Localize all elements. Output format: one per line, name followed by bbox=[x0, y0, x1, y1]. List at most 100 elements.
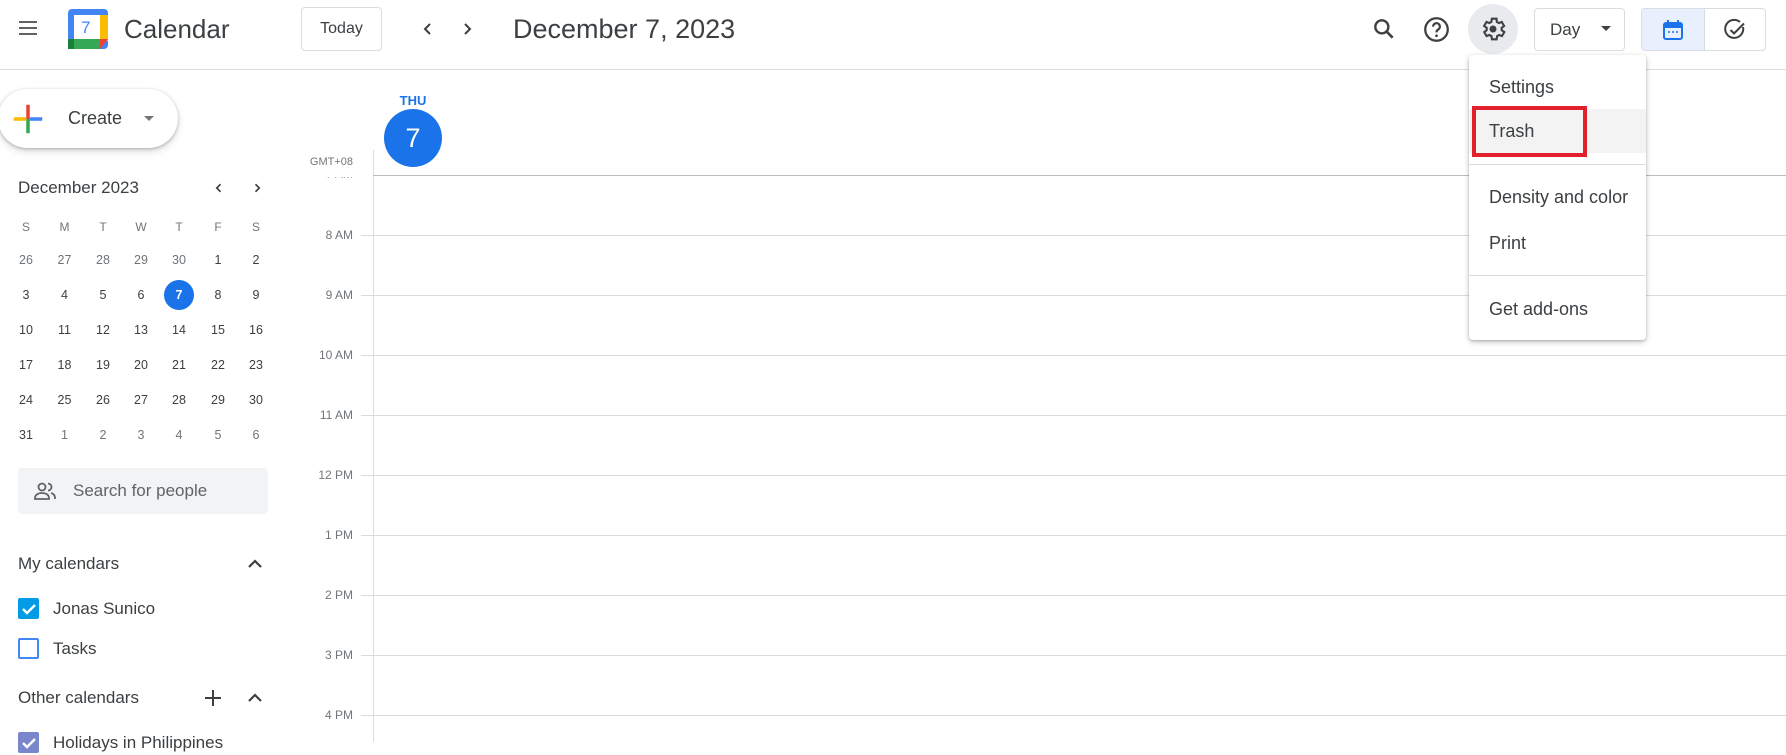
search-people-input[interactable]: Search for people bbox=[18, 468, 268, 514]
chevron-left-icon bbox=[215, 183, 222, 193]
view-toggle bbox=[1641, 8, 1766, 51]
hour-label: 7 AM bbox=[325, 167, 353, 181]
mini-calendar-day[interactable]: 16 bbox=[241, 315, 271, 345]
mini-calendar-day[interactable]: 3 bbox=[11, 280, 41, 310]
mini-calendar-day[interactable]: 29 bbox=[126, 245, 156, 275]
mini-calendar-day[interactable]: 2 bbox=[88, 420, 118, 450]
menu-item-density-and-color[interactable]: Density and color bbox=[1469, 175, 1646, 219]
mini-calendar-day[interactable]: 23 bbox=[241, 350, 271, 380]
mini-calendar-day[interactable]: 12 bbox=[88, 315, 118, 345]
menu-item-settings[interactable]: Settings bbox=[1469, 65, 1646, 109]
previous-day-button[interactable] bbox=[412, 12, 444, 46]
my-calendars-collapse[interactable] bbox=[240, 550, 270, 578]
mini-calendar-day[interactable]: 7 bbox=[164, 280, 194, 310]
today-button[interactable]: Today bbox=[301, 7, 382, 51]
mini-calendar-day[interactable]: 22 bbox=[203, 350, 233, 380]
gear-icon bbox=[1482, 17, 1506, 41]
hour-tick bbox=[361, 715, 373, 716]
logo-day-number: 7 bbox=[81, 18, 91, 37]
tasks-view-icon bbox=[1724, 18, 1745, 39]
mini-calendar-day[interactable]: 25 bbox=[50, 385, 80, 415]
hour-tick bbox=[361, 235, 373, 236]
calendar-item-tasks[interactable]: Tasks bbox=[18, 637, 268, 661]
mini-calendar-day[interactable]: 5 bbox=[88, 280, 118, 310]
mini-calendar-day[interactable]: 29 bbox=[203, 385, 233, 415]
checkbox-checked[interactable] bbox=[18, 732, 39, 753]
checkbox-unchecked[interactable] bbox=[18, 638, 39, 659]
mini-calendar-day[interactable]: 31 bbox=[11, 420, 41, 450]
calendar-item-jonas[interactable]: Jonas Sunico bbox=[18, 597, 268, 621]
mini-calendar-day[interactable]: 4 bbox=[164, 420, 194, 450]
settings-menu: Settings Trash Density and color Print G… bbox=[1469, 55, 1646, 340]
mini-calendar-day[interactable]: 20 bbox=[126, 350, 156, 380]
hour-line bbox=[373, 475, 1786, 476]
hour-tick bbox=[361, 355, 373, 356]
mini-calendar-day[interactable]: 6 bbox=[241, 420, 271, 450]
mini-calendar-next[interactable] bbox=[243, 174, 271, 202]
mini-calendar-day[interactable]: 17 bbox=[11, 350, 41, 380]
settings-button[interactable] bbox=[1468, 4, 1518, 54]
menu-divider bbox=[1469, 275, 1646, 276]
people-icon bbox=[34, 482, 56, 500]
mini-calendar-day[interactable]: 28 bbox=[88, 245, 118, 275]
other-calendars-collapse[interactable] bbox=[240, 684, 270, 712]
mini-calendar-day[interactable]: 30 bbox=[164, 245, 194, 275]
hour-tick bbox=[361, 535, 373, 536]
mini-calendar-day[interactable]: 10 bbox=[11, 315, 41, 345]
mini-calendar-day[interactable]: 4 bbox=[50, 280, 80, 310]
hour-tick bbox=[361, 595, 373, 596]
hour-line bbox=[373, 415, 1786, 416]
day-number[interactable]: 7 bbox=[384, 109, 442, 167]
mini-calendar-day[interactable]: 19 bbox=[88, 350, 118, 380]
menu-item-print[interactable]: Print bbox=[1469, 221, 1646, 265]
checkbox-checked[interactable] bbox=[18, 598, 39, 619]
mini-calendar-day[interactable]: 1 bbox=[50, 420, 80, 450]
other-calendars-title: Other calendars bbox=[18, 688, 139, 707]
mini-calendar-prev[interactable] bbox=[205, 174, 233, 202]
create-button[interactable]: Create bbox=[0, 89, 178, 148]
mini-calendar-day[interactable]: 27 bbox=[50, 245, 80, 275]
mini-calendar-day[interactable]: 26 bbox=[11, 245, 41, 275]
weekday-header: W bbox=[135, 220, 147, 234]
mini-calendar-day[interactable]: 13 bbox=[126, 315, 156, 345]
tasks-view-button[interactable] bbox=[1705, 9, 1765, 50]
calendar-label: Jonas Sunico bbox=[53, 599, 156, 618]
hour-line bbox=[373, 535, 1786, 536]
calendar-item-holidays[interactable]: Holidays in Philippines bbox=[18, 731, 268, 755]
calendar-view-button[interactable] bbox=[1642, 9, 1705, 50]
mini-calendar-day[interactable]: 18 bbox=[50, 350, 80, 380]
mini-calendar-day[interactable]: 6 bbox=[126, 280, 156, 310]
mini-calendar-title: December 2023 bbox=[18, 178, 139, 197]
mini-calendar-day[interactable]: 24 bbox=[11, 385, 41, 415]
mini-calendar-day[interactable]: 8 bbox=[203, 280, 233, 310]
search-people-placeholder: Search for people bbox=[73, 481, 208, 500]
mini-calendar-day[interactable]: 30 bbox=[241, 385, 271, 415]
mini-calendar-day[interactable]: 2 bbox=[241, 245, 271, 275]
view-select[interactable]: Day bbox=[1534, 8, 1625, 51]
next-day-button[interactable] bbox=[451, 12, 483, 46]
calendar-logo[interactable]: 7 bbox=[68, 9, 108, 49]
mini-calendar-day[interactable]: 21 bbox=[164, 350, 194, 380]
weekday-header: M bbox=[59, 220, 70, 234]
mini-calendar-day[interactable]: 14 bbox=[164, 315, 194, 345]
mini-calendar-day[interactable]: 15 bbox=[203, 315, 233, 345]
help-button[interactable] bbox=[1416, 9, 1456, 49]
menu-item-get-add-ons[interactable]: Get add-ons bbox=[1469, 287, 1646, 331]
hour-line bbox=[373, 595, 1786, 596]
hour-label: 8 AM bbox=[325, 228, 353, 242]
date-title: December 7, 2023 bbox=[513, 14, 736, 44]
mini-calendar-day[interactable]: 3 bbox=[126, 420, 156, 450]
hour-tick bbox=[361, 475, 373, 476]
add-other-calendar-button[interactable] bbox=[198, 684, 228, 712]
mini-calendar-day[interactable]: 5 bbox=[203, 420, 233, 450]
time-grid-divider bbox=[373, 150, 374, 742]
mini-calendar-day[interactable]: 1 bbox=[203, 245, 233, 275]
mini-calendar-day[interactable]: 11 bbox=[50, 315, 80, 345]
mini-calendar-day[interactable]: 28 bbox=[164, 385, 194, 415]
mini-calendar-day[interactable]: 27 bbox=[126, 385, 156, 415]
mini-calendar-day[interactable]: 9 bbox=[241, 280, 271, 310]
main-menu-button[interactable] bbox=[10, 10, 46, 46]
weekday-header: T bbox=[99, 220, 107, 234]
search-button[interactable] bbox=[1364, 9, 1404, 49]
mini-calendar-day[interactable]: 26 bbox=[88, 385, 118, 415]
